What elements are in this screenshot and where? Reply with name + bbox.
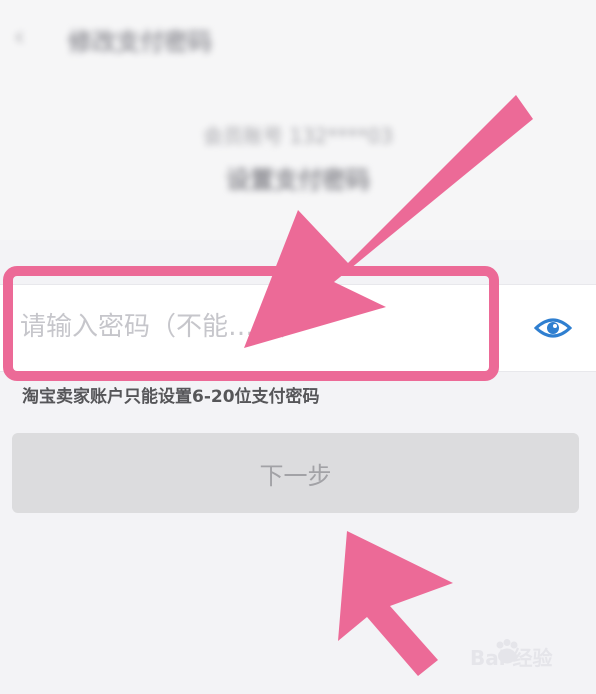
account-info: 会员账号 132****03 (203, 124, 393, 148)
arrow-up-icon (338, 531, 453, 676)
password-hint: 淘宝卖家账户只能设置6-20位支付密码 (22, 387, 320, 407)
watermark-text: Bai 经验 (470, 646, 553, 670)
password-row (0, 284, 596, 372)
header-section: ‹ 修改支付密码 会员账号 132****03 设置支付密码 (0, 0, 596, 240)
section-subtitle: 设置支付密码 (226, 166, 370, 194)
chevron-left-icon[interactable]: ‹ (14, 22, 40, 52)
page-title: 修改支付密码 (68, 28, 212, 56)
watermark: Bai 经验 (470, 630, 590, 680)
password-input[interactable] (20, 303, 460, 351)
eye-icon[interactable] (534, 311, 572, 345)
next-step-button[interactable]: 下一步 (12, 433, 579, 513)
